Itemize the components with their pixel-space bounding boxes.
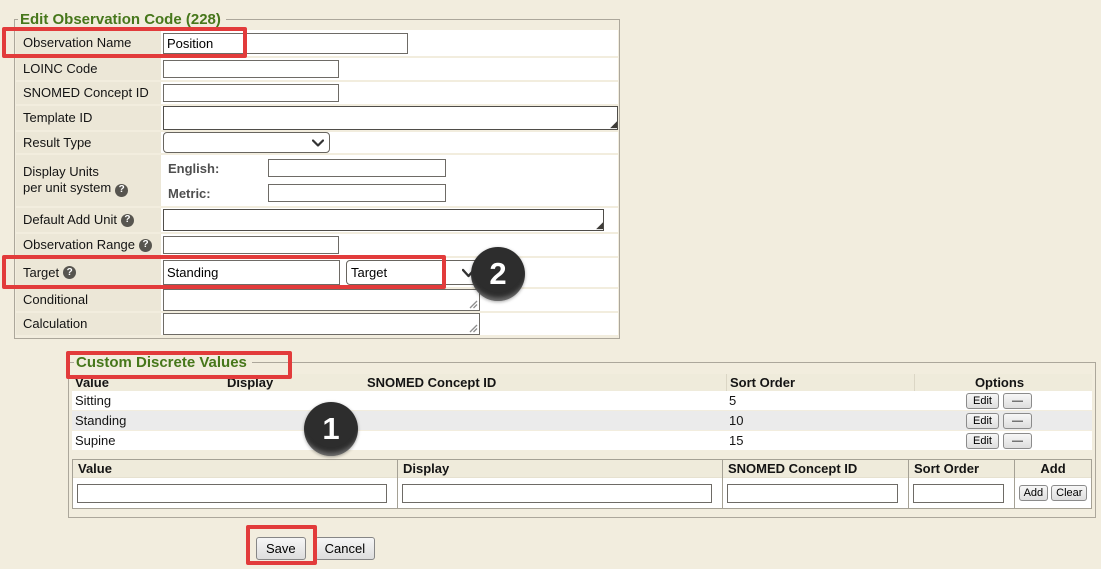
cell-sort-order: 10 xyxy=(726,413,914,428)
display-units-label-line2: per unit system? xyxy=(23,180,128,197)
edit-row-button[interactable]: Edit xyxy=(966,433,999,449)
template-id-label: Template ID xyxy=(16,106,161,130)
row-loinc-code: LOINC Code xyxy=(16,58,618,80)
add-header-display: Display xyxy=(398,460,722,478)
header-sort-order: Sort Order xyxy=(726,374,914,391)
row-observation-name: Observation Name xyxy=(16,30,618,56)
add-header-value: Value xyxy=(73,460,397,478)
table-row: Sitting 5 Edit — xyxy=(72,391,1092,411)
discrete-values-header-row: Value Display SNOMED Concept ID Sort Ord… xyxy=(72,374,1092,391)
row-display-units: Display Units per unit system? English: … xyxy=(16,155,618,206)
header-options: Options xyxy=(914,374,1084,391)
edit-form-legend: Edit Observation Code (228) xyxy=(18,11,226,28)
add-header-add: Add xyxy=(1015,460,1091,478)
default-add-unit-textarea[interactable] xyxy=(163,209,604,231)
conditional-textarea[interactable] xyxy=(163,289,480,311)
page: Edit Observation Code (228) Observation … xyxy=(0,0,1101,569)
form-actions: Save Cancel xyxy=(256,537,375,560)
add-discrete-value-box: Value Display SNOMED Concept ID Sort Ord… xyxy=(72,459,1092,509)
template-id-textarea[interactable] xyxy=(163,106,618,130)
table-row: Standing 10 Edit — xyxy=(72,411,1092,431)
row-default-add-unit: Default Add Unit ? ◢ xyxy=(16,208,618,232)
row-target: Target ? Target xyxy=(16,258,618,287)
loinc-code-input[interactable] xyxy=(163,60,339,78)
clear-button[interactable]: Clear xyxy=(1051,485,1087,501)
metric-units-label: Metric: xyxy=(168,186,268,201)
metric-units-input[interactable] xyxy=(268,184,446,202)
edit-row-button[interactable]: Edit xyxy=(966,413,999,429)
row-template-id: Template ID ◢ xyxy=(16,106,618,130)
add-button[interactable]: Add xyxy=(1019,485,1049,501)
cell-sort-order: 15 xyxy=(726,433,914,448)
add-header-snomed: SNOMED Concept ID xyxy=(723,460,908,478)
header-snomed: SNOMED Concept ID xyxy=(364,375,726,390)
default-add-unit-label: Default Add Unit xyxy=(23,212,117,228)
english-units-label: English: xyxy=(168,161,268,176)
snomed-concept-id-label: SNOMED Concept ID xyxy=(16,82,161,104)
row-snomed-concept-id: SNOMED Concept ID xyxy=(16,82,618,104)
cell-value: Sitting xyxy=(72,393,224,408)
remove-row-button[interactable]: — xyxy=(1003,393,1032,409)
observation-range-label: Observation Range xyxy=(23,237,135,253)
add-display-input[interactable] xyxy=(402,484,712,503)
add-value-input[interactable] xyxy=(77,484,387,503)
add-header-sort-order: Sort Order xyxy=(909,460,1014,478)
header-value: Value xyxy=(72,375,224,390)
observation-name-label: Observation Name xyxy=(16,30,161,56)
edit-row-button[interactable]: Edit xyxy=(966,393,999,409)
cell-value: Supine xyxy=(72,433,224,448)
cell-value: Standing xyxy=(72,413,224,428)
add-snomed-input[interactable] xyxy=(727,484,898,503)
target-value-input[interactable] xyxy=(163,260,340,285)
remove-row-button[interactable]: — xyxy=(1003,433,1032,449)
row-conditional: Conditional xyxy=(16,289,618,311)
save-button[interactable]: Save xyxy=(256,537,306,560)
row-result-type: Result Type xyxy=(16,132,618,153)
snomed-concept-id-input[interactable] xyxy=(163,84,339,102)
target-label: Target xyxy=(23,265,59,281)
result-type-label: Result Type xyxy=(16,132,161,153)
custom-discrete-values-legend: Custom Discrete Values xyxy=(74,354,252,371)
table-row: Supine 15 Edit — xyxy=(72,431,1092,451)
help-icon[interactable]: ? xyxy=(115,184,128,197)
observation-range-input[interactable] xyxy=(163,236,339,254)
display-units-label-line1: Display Units xyxy=(23,164,99,180)
help-icon[interactable]: ? xyxy=(121,214,134,227)
help-icon[interactable]: ? xyxy=(63,266,76,279)
cancel-button[interactable]: Cancel xyxy=(315,537,375,560)
row-calculation: Calculation xyxy=(16,313,618,335)
result-type-select[interactable] xyxy=(163,132,330,153)
row-observation-range: Observation Range ? xyxy=(16,234,618,256)
calculation-label: Calculation xyxy=(16,313,161,335)
conditional-label: Conditional xyxy=(16,289,161,311)
observation-name-input[interactable] xyxy=(163,33,408,54)
english-units-input[interactable] xyxy=(268,159,446,177)
header-display: Display xyxy=(224,375,364,390)
cell-sort-order: 5 xyxy=(726,393,914,408)
custom-discrete-values-section: Custom Discrete Values Value Display SNO… xyxy=(68,354,1096,518)
help-icon[interactable]: ? xyxy=(139,239,152,252)
target-type-select[interactable]: Target xyxy=(346,260,481,285)
loinc-code-label: LOINC Code xyxy=(16,58,161,80)
remove-row-button[interactable]: — xyxy=(1003,413,1032,429)
edit-observation-code-form: Edit Observation Code (228) Observation … xyxy=(14,11,620,339)
calculation-textarea[interactable] xyxy=(163,313,480,335)
add-sort-order-input[interactable] xyxy=(913,484,1004,503)
